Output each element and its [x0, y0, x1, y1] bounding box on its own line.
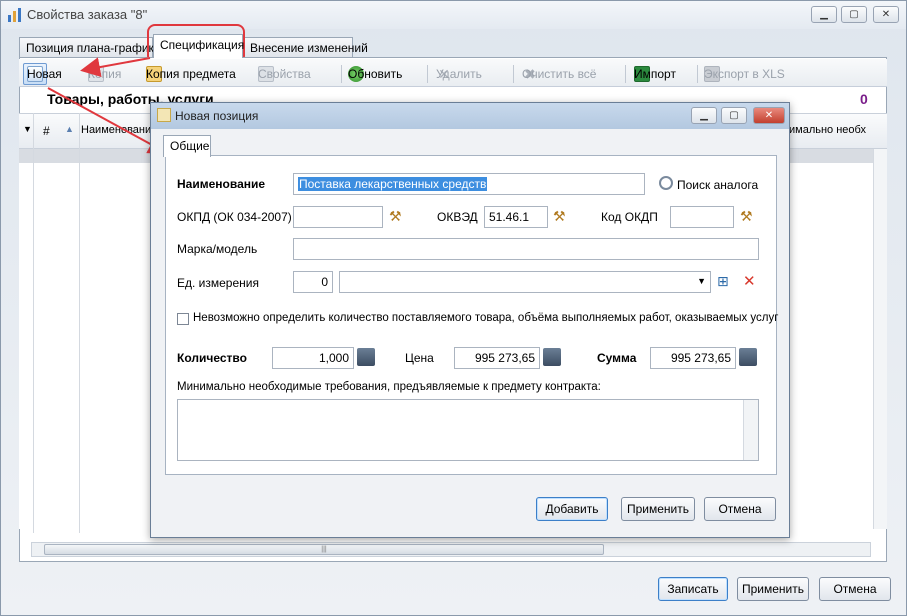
import-label: Импорт: [634, 67, 676, 81]
tab-specification[interactable]: Спецификация: [153, 34, 244, 58]
grid-menu-icon[interactable]: ▼: [23, 124, 32, 134]
sort-asc-icon: ▲: [65, 124, 74, 134]
dialog-apply-button[interactable]: Применить: [621, 497, 695, 521]
close-button[interactable]: ✕: [873, 6, 899, 23]
requirements-label: Минимально необходимые требования, предъ…: [177, 381, 601, 393]
properties-button[interactable]: Свойства: [255, 63, 311, 85]
refresh-label: Обновить: [348, 67, 403, 81]
name-label: Наименование: [177, 177, 266, 191]
app-chart-icon: [8, 8, 21, 22]
okpd-picker-icon[interactable]: ⚒: [389, 208, 402, 225]
grid-horizontal-scrollbar[interactable]: |||: [31, 542, 871, 557]
copy-subject-button[interactable]: Копия предмета: [143, 63, 236, 85]
okved-field[interactable]: 51.46.1: [484, 206, 548, 228]
sum-label: Сумма: [597, 351, 637, 365]
tab-changes[interactable]: Внесение изменений: [243, 37, 368, 58]
sum-field[interactable]: 995 273,65: [650, 347, 736, 369]
new-button[interactable]: Новая: [23, 63, 62, 85]
name-field[interactable]: Поставка лекарственных средств: [293, 173, 645, 195]
unit-code-field[interactable]: 0: [293, 271, 333, 293]
sum-calculator-icon[interactable]: [739, 348, 757, 366]
new-label: Новая: [27, 67, 62, 81]
chevron-down-icon: ▼: [697, 276, 706, 286]
dialog-close-button[interactable]: ✕: [753, 107, 785, 124]
brand-field[interactable]: [293, 238, 759, 260]
copy-subject-label: Копия предмета: [146, 67, 236, 81]
minimize-button[interactable]: ▁: [811, 6, 837, 23]
maximize-button[interactable]: ▢: [841, 6, 867, 23]
tab-plan-position[interactable]: Позиция плана-графика: [19, 37, 161, 58]
okdp-label: Код ОКДП: [601, 210, 658, 224]
unit-tree-icon[interactable]: ⊞: [717, 273, 729, 290]
search-analog-link[interactable]: Поиск аналога: [677, 178, 758, 192]
dialog-cancel-button[interactable]: Отмена: [704, 497, 776, 521]
window-title: Свойства заказа "8": [27, 7, 148, 22]
cannot-determine-checkbox[interactable]: [177, 313, 189, 325]
price-calculator-icon[interactable]: [543, 348, 561, 366]
okved-label: ОКВЭД: [437, 210, 478, 224]
quantity-calculator-icon[interactable]: [357, 348, 375, 366]
price-label: Цена: [405, 351, 434, 365]
unit-clear-icon[interactable]: ✕: [743, 272, 756, 290]
cannot-determine-label: Невозможно определить количество поставл…: [193, 312, 779, 324]
okdp-field[interactable]: [670, 206, 734, 228]
column-requirements[interactable]: имально необх: [789, 124, 866, 136]
items-count: 0: [860, 91, 868, 107]
clear-all-label: Очистить всё: [522, 67, 597, 81]
unit-label: Ед. измерения: [177, 276, 259, 290]
title-bar: Свойства заказа "8" ▁ ▢ ✕: [1, 1, 906, 29]
import-button[interactable]: Импорт: [631, 63, 676, 85]
dialog-title-bar: Новая позиция ▁ ▢ ✕: [151, 103, 789, 129]
grid-vertical-scrollbar[interactable]: [873, 149, 887, 529]
okpd-field[interactable]: [293, 206, 383, 228]
dialog-title: Новая позиция: [175, 109, 259, 123]
cancel-button[interactable]: Отмена: [819, 577, 891, 601]
dialog-minimize-button[interactable]: ▁: [691, 107, 717, 124]
delete-button[interactable]: ✕ Удалить: [433, 63, 482, 85]
price-field[interactable]: 995 273,65: [454, 347, 540, 369]
new-position-dialog: Новая позиция ▁ ▢ ✕ Общие Наименование П…: [150, 102, 790, 538]
okdp-picker-icon[interactable]: ⚒: [740, 208, 753, 225]
add-button[interactable]: Добавить: [536, 497, 608, 521]
delete-label: Удалить: [436, 67, 482, 81]
requirements-scrollbar[interactable]: [743, 400, 758, 460]
tab-general[interactable]: Общие: [163, 135, 211, 157]
apply-button[interactable]: Применить: [737, 577, 809, 601]
copy-label: Копия: [88, 67, 122, 81]
brand-label: Марка/модель: [177, 242, 258, 256]
column-name[interactable]: Наименование: [81, 124, 157, 136]
column-number[interactable]: #: [43, 124, 50, 138]
name-value: Поставка лекарственных средств: [298, 177, 488, 191]
unit-select[interactable]: ▼: [339, 271, 711, 293]
scrollbar-thumb[interactable]: |||: [44, 544, 604, 555]
copy-button[interactable]: Копия: [85, 63, 121, 85]
export-xls-button[interactable]: Экспорт в XLS: [701, 63, 785, 85]
okpd-label: ОКПД (ОК 034-2007): [177, 210, 292, 224]
properties-label: Свойства: [258, 67, 311, 81]
dialog-maximize-button[interactable]: ▢: [721, 107, 747, 124]
toolbar: Новая Копия Копия предмета Свойства Обно…: [19, 59, 887, 87]
dialog-edit-icon: [157, 108, 171, 122]
export-xls-label: Экспорт в XLS: [704, 67, 785, 81]
quantity-field[interactable]: 1,000: [272, 347, 354, 369]
search-analog-icon[interactable]: [659, 176, 673, 190]
requirements-textarea[interactable]: [177, 399, 759, 461]
refresh-button[interactable]: Обновить: [345, 63, 402, 85]
clear-all-button[interactable]: ✖ Очистить всё: [519, 63, 596, 85]
quantity-label: Количество: [177, 351, 247, 365]
save-button[interactable]: Записать: [658, 577, 728, 601]
okved-picker-icon[interactable]: ⚒: [553, 208, 566, 225]
